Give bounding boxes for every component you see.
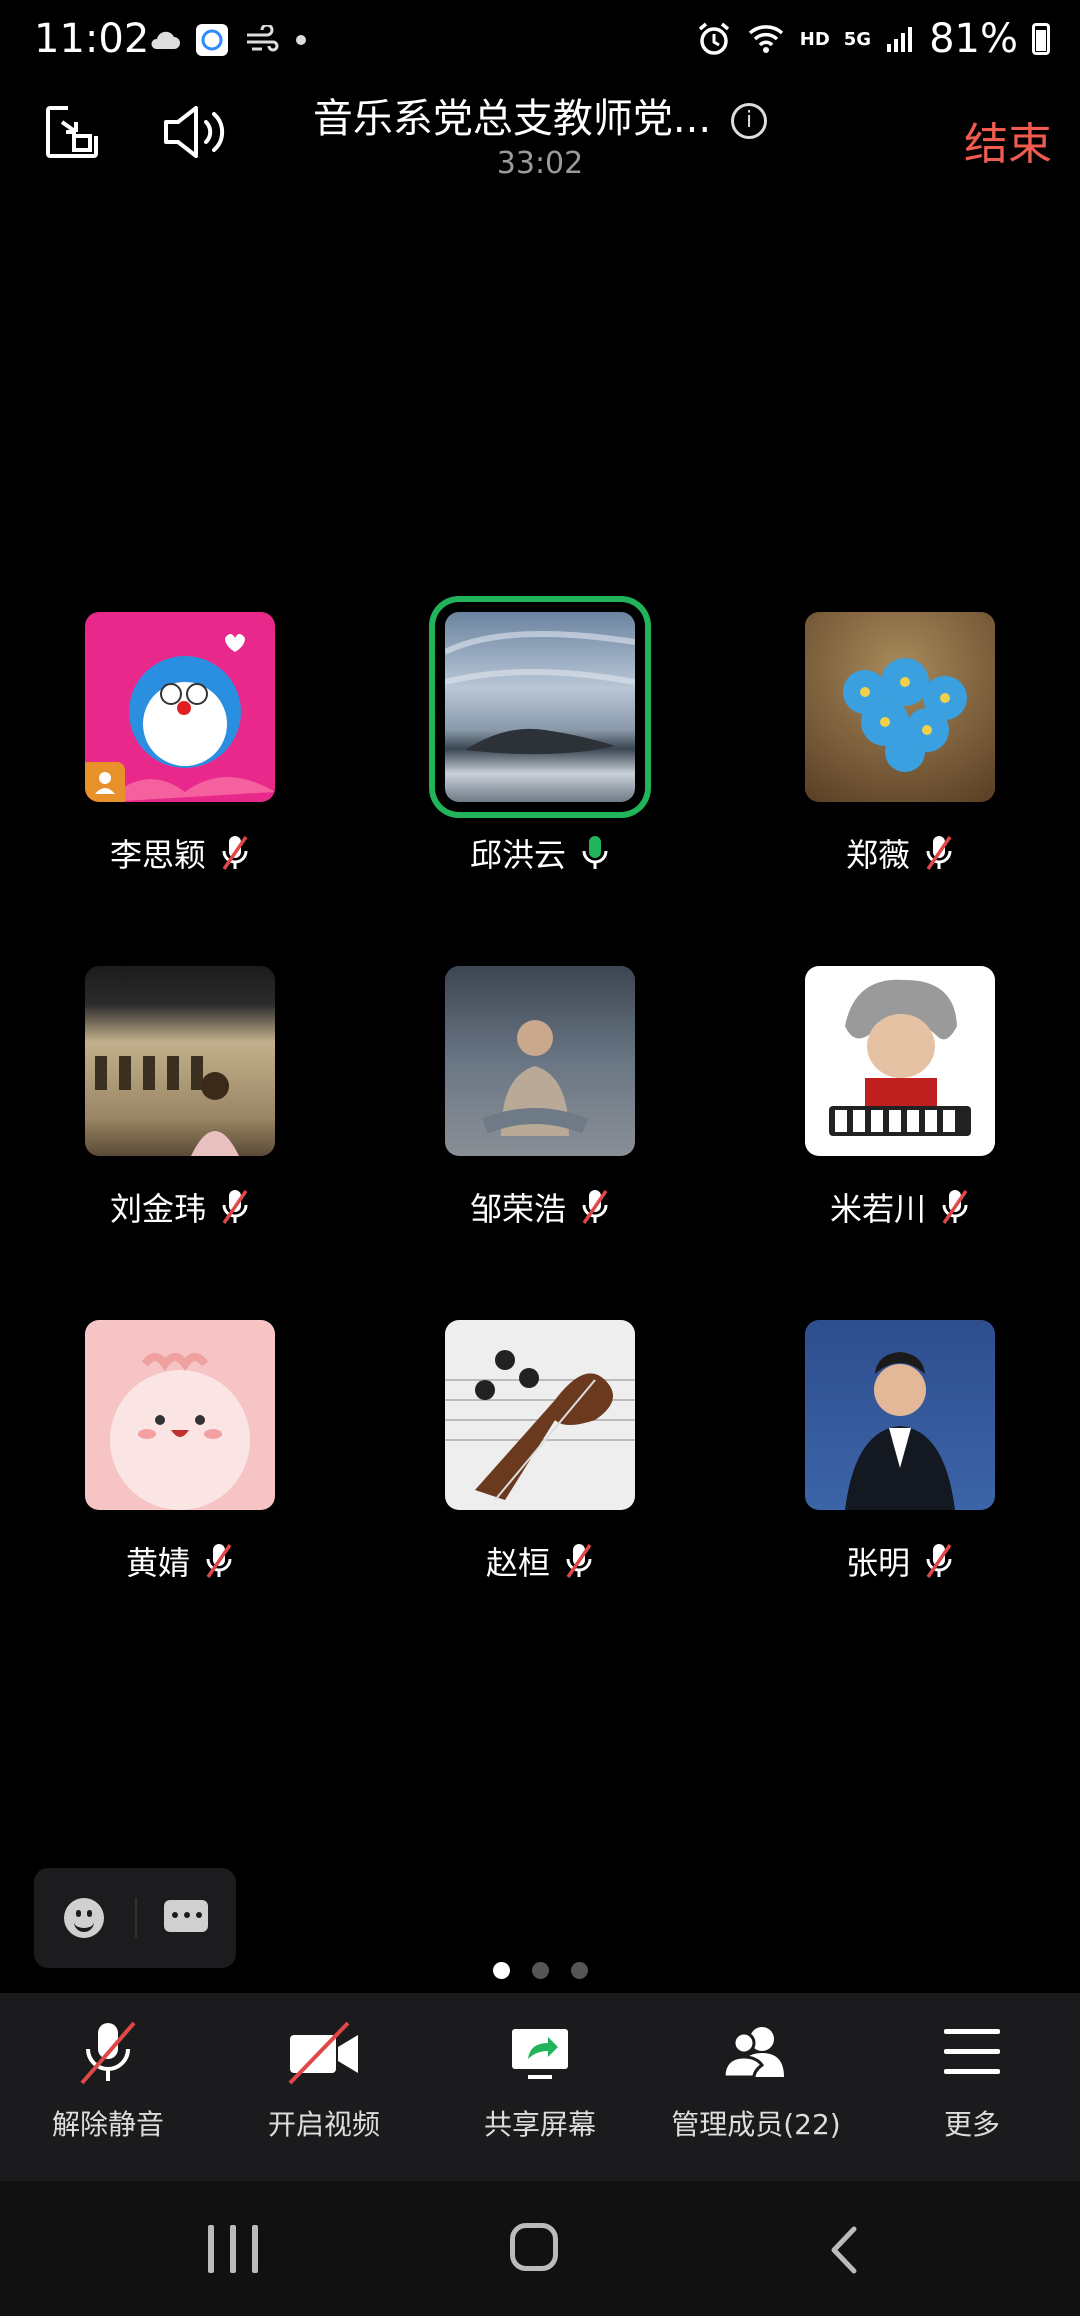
meeting-toolbar: 解除静音 开启视频 共享屏幕 管理成员(22) 更多: [0, 1993, 1080, 2181]
avatar: [805, 1320, 995, 1510]
participant-tile[interactable]: 赵桓: [360, 1320, 720, 1584]
video-off-icon: [288, 2021, 358, 2085]
status-time: 11:02: [34, 16, 150, 62]
avatar: [445, 1320, 635, 1510]
more-button[interactable]: 更多: [864, 1993, 1080, 2181]
system-nav-bar: [0, 2181, 1080, 2316]
mic-muted-icon: [582, 1190, 608, 1224]
manage-members-label: 管理成员(22): [671, 2108, 841, 2141]
participant-name: 李思颖: [109, 836, 206, 874]
more-label: 更多: [943, 2108, 1000, 2141]
mic-muted-icon: [222, 836, 248, 870]
info-icon[interactable]: i: [731, 103, 768, 139]
page-indicator: [0, 1962, 1080, 1979]
recent-apps-icon[interactable]: [208, 2225, 258, 2273]
meeting-header: 音乐系党总支教师党... i 33:02 结束: [0, 84, 1080, 204]
back-icon[interactable]: [820, 2225, 870, 2275]
cloud-icon: [151, 31, 180, 49]
participant-tile[interactable]: 刘金玮: [0, 966, 360, 1230]
host-badge-icon: [85, 762, 125, 802]
share-screen-button[interactable]: 共享屏幕: [432, 1993, 648, 2181]
wifi-icon: [748, 25, 783, 53]
mic-muted-icon: [566, 1544, 592, 1578]
mic-muted-icon: [222, 1190, 248, 1224]
participant-tile[interactable]: 张明: [720, 1320, 1080, 1584]
share-screen-label: 共享屏幕: [483, 2108, 596, 2141]
mic-muted-icon: [942, 1190, 968, 1224]
avatar: [85, 1320, 275, 1510]
alarm-icon: [698, 22, 729, 55]
start-video-button[interactable]: 开启视频: [216, 1993, 432, 2181]
unmute-label: 解除静音: [51, 2108, 164, 2141]
participant-name: 邱洪云: [469, 836, 566, 874]
participant-name: 黄婧: [125, 1544, 190, 1582]
wind-icon: [247, 25, 279, 52]
meeting-timer: 33:02: [496, 146, 584, 181]
meeting-title-area[interactable]: 音乐系党总支教师党... i 33:02: [290, 86, 790, 181]
menu-icon: [944, 2029, 1000, 2074]
mic-muted-icon: [926, 1544, 952, 1578]
participant-name: 邹荣浩: [469, 1190, 566, 1228]
dot-icon: [296, 35, 306, 45]
app-notification-icon: [196, 24, 228, 56]
speaker-icon[interactable]: [160, 102, 230, 162]
minimize-window-icon[interactable]: [42, 102, 102, 162]
participant-name: 赵桓: [485, 1544, 550, 1582]
avatar: [85, 966, 275, 1156]
status-bar: 11:02 HD 5G 81%: [0, 0, 1080, 84]
battery-percent: 81%: [929, 16, 1018, 62]
divider: [135, 1898, 137, 1938]
hd-label: HD: [799, 28, 830, 50]
participant-tile[interactable]: 邹荣浩: [360, 966, 720, 1230]
avatar: [805, 966, 995, 1156]
avatar: [445, 612, 635, 802]
network-label: 5G: [843, 28, 872, 50]
avatar: [805, 612, 995, 802]
share-screen-icon: [512, 2029, 568, 2079]
page-dot-2[interactable]: [531, 1962, 549, 1979]
mic-off-icon: [80, 2021, 136, 2085]
participant-name: 刘金玮: [109, 1190, 206, 1228]
home-icon[interactable]: [510, 2223, 558, 2271]
mic-active-icon: [582, 836, 608, 869]
members-icon: [722, 2027, 784, 2079]
avatar: [85, 612, 275, 802]
chat-icon[interactable]: [164, 1900, 208, 1932]
emoji-icon[interactable]: [64, 1898, 104, 1938]
system-icons: HD 5G 81%: [696, 16, 1050, 62]
page-dot-1[interactable]: [492, 1962, 510, 1979]
notification-icons: [148, 22, 308, 58]
meeting-title: 音乐系党总支教师党...: [312, 96, 712, 142]
participant-tile[interactable]: 邱洪云: [360, 612, 720, 876]
participant-tile[interactable]: 郑薇: [720, 612, 1080, 876]
end-meeting-button[interactable]: 结束: [964, 108, 1052, 172]
avatar: [445, 966, 635, 1156]
participant-name: 郑薇: [845, 836, 910, 874]
mic-muted-icon: [206, 1544, 232, 1578]
reaction-chat-panel: [34, 1868, 236, 1968]
mic-muted-icon: [926, 836, 952, 870]
manage-members-button[interactable]: 管理成员(22): [648, 1993, 864, 2181]
signal-icon: [887, 27, 913, 52]
unmute-button[interactable]: 解除静音: [0, 1993, 216, 2181]
battery-icon: [1032, 23, 1050, 55]
participant-name: 张明: [845, 1544, 910, 1582]
start-video-label: 开启视频: [267, 2108, 380, 2141]
participant-tile[interactable]: 米若川: [720, 966, 1080, 1230]
participant-name: 米若川: [829, 1190, 926, 1228]
participant-tile[interactable]: 李思颖: [0, 612, 360, 876]
page-dot-3[interactable]: [570, 1962, 588, 1979]
participant-tile[interactable]: 黄婧: [0, 1320, 360, 1584]
